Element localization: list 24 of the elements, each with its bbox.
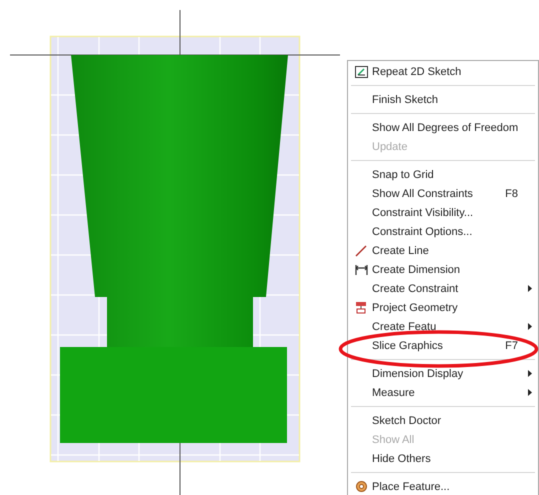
- project-icon: [355, 301, 367, 314]
- menu-item[interactable]: Sketch Doctor: [372, 414, 524, 426]
- menu-item[interactable]: Place Feature...: [372, 480, 524, 492]
- line-icon: [355, 244, 367, 256]
- menu-item[interactable]: Show All Constraints: [372, 188, 506, 200]
- menu-item[interactable]: Create Line: [372, 244, 524, 256]
- menu-item[interactable]: Finish Sketch: [372, 94, 524, 106]
- menu-item[interactable]: Measure: [372, 386, 524, 398]
- menu-item[interactable]: Dimension Display: [372, 368, 524, 380]
- menu-item[interactable]: Constraint Visibility...: [372, 206, 524, 218]
- menu-item[interactable]: Hide Others: [372, 452, 524, 464]
- menu-item[interactable]: Create Featu: [372, 320, 524, 332]
- menu-item[interactable]: Show All Degrees of Freedom: [372, 122, 524, 134]
- menu-item[interactable]: Repeat 2D Sketch: [372, 66, 524, 78]
- menu-item[interactable]: Create Constraint: [372, 282, 524, 294]
- dimension-icon: [354, 264, 368, 276]
- menu-item[interactable]: Snap to Grid: [372, 168, 524, 180]
- shortcut-label: F8: [505, 188, 518, 200]
- sketch-icon: [354, 66, 368, 78]
- shortcut-label: F7: [505, 340, 518, 352]
- menu-item[interactable]: Project Geometry: [372, 302, 524, 314]
- menu-item[interactable]: Create Dimension: [372, 264, 524, 276]
- menu-item[interactable]: Constraint Options...: [372, 226, 524, 238]
- menu-item[interactable]: Slice Graphics: [372, 340, 506, 352]
